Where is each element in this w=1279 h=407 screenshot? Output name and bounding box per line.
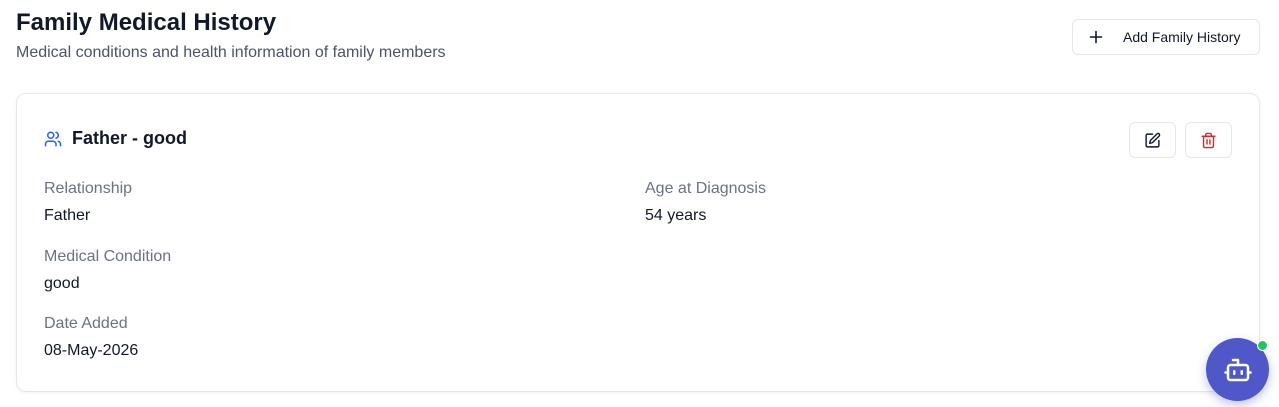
family-history-card: Father - good Relationship Father Age at… bbox=[16, 93, 1260, 392]
edit-button[interactable] bbox=[1129, 122, 1176, 158]
bot-icon bbox=[1223, 355, 1253, 385]
page-title: Family Medical History bbox=[16, 9, 277, 36]
page-subtitle: Medical conditions and health informatio… bbox=[16, 44, 446, 61]
medical-condition-label: Medical Condition bbox=[44, 248, 172, 265]
online-status-dot bbox=[1257, 340, 1268, 351]
record-title: Father - good bbox=[44, 128, 187, 149]
relationship-label: Relationship bbox=[44, 180, 133, 197]
add-family-history-button[interactable]: Add Family History bbox=[1072, 19, 1260, 55]
relationship-value: Father bbox=[44, 207, 91, 224]
page-header: Family Medical History Medical condition… bbox=[16, 8, 446, 63]
date-added-value: 08-May-2026 bbox=[44, 342, 139, 359]
edit-icon bbox=[1144, 132, 1161, 149]
age-at-diagnosis-value: 54 years bbox=[645, 207, 707, 224]
add-family-history-label: Add Family History bbox=[1123, 29, 1241, 45]
relationship-field: Relationship Father bbox=[44, 179, 132, 226]
medical-condition-value: good bbox=[44, 275, 80, 292]
trash-icon bbox=[1200, 132, 1217, 149]
medical-condition-field: Medical Condition good bbox=[44, 247, 171, 294]
plus-icon bbox=[1088, 29, 1104, 45]
record-title-text: Father - good bbox=[72, 128, 187, 148]
date-added-field: Date Added 08-May-2026 bbox=[44, 314, 138, 361]
delete-button[interactable] bbox=[1185, 122, 1232, 158]
users-icon bbox=[44, 130, 62, 148]
age-at-diagnosis-label: Age at Diagnosis bbox=[645, 180, 766, 197]
age-at-diagnosis-field: Age at Diagnosis 54 years bbox=[645, 179, 766, 226]
date-added-label: Date Added bbox=[44, 315, 128, 332]
